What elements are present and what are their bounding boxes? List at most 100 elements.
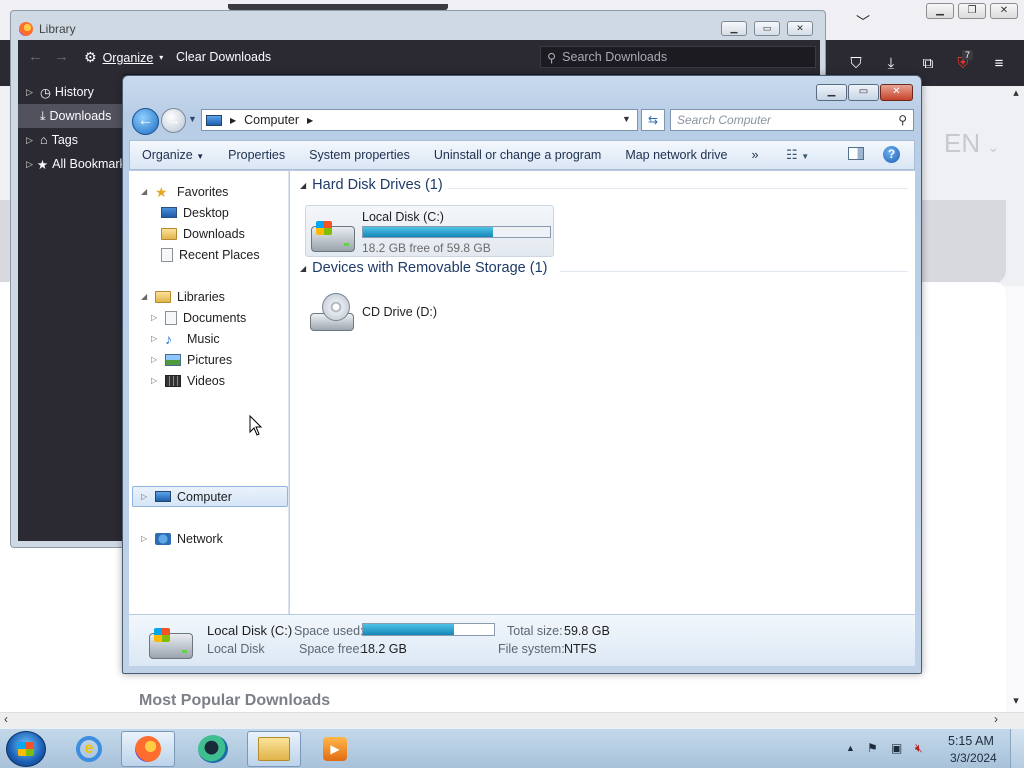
sidebar-item-all-bookmarks[interactable]: ▷ ★ All Bookmarks (18, 152, 124, 176)
scroll-right-arrow-icon[interactable]: › (994, 712, 998, 726)
properties-button[interactable]: Properties (216, 148, 297, 162)
expand-arrow-icon[interactable]: ▷ (151, 313, 159, 322)
nav-item-recent-places[interactable]: Recent Places (161, 244, 260, 265)
clear-downloads-button[interactable]: Clear Downloads (176, 50, 271, 64)
scroll-down-arrow-icon[interactable]: ▾ (1008, 694, 1024, 710)
nav-favorites[interactable]: ◢ ★ Favorites (141, 181, 228, 202)
address-dropdown-icon[interactable]: ▼ (622, 114, 631, 124)
restore-button[interactable]: ❐ (958, 3, 986, 19)
search-computer-input[interactable]: Search Computer ⚲ (670, 109, 914, 131)
cd-drive-icon[interactable] (310, 293, 356, 337)
preview-pane-button[interactable] (848, 147, 864, 160)
collapse-arrow-icon[interactable]: ◢ (300, 264, 306, 273)
scroll-left-arrow-icon[interactable]: ‹ (4, 712, 8, 726)
taskbar-explorer[interactable] (247, 731, 301, 767)
nav-item-pictures[interactable]: ▷ Pictures (151, 349, 232, 370)
expand-arrow-icon[interactable]: ▷ (26, 159, 33, 170)
pocket-icon[interactable]: ⛉ (846, 54, 866, 74)
sidebar-item-label: Downloads (49, 109, 112, 123)
more-commands-button[interactable]: » (739, 148, 770, 162)
library-toolbar: ← → ⚙ Organize ▾ Clear Downloads ⚲ Searc… (18, 40, 820, 74)
close-button[interactable]: ✕ (990, 3, 1018, 19)
horizontal-scrollbar[interactable]: ‹ › (0, 712, 1024, 728)
breadcrumb-arrow-icon[interactable]: ▶ (307, 116, 313, 125)
taskbar-media-player[interactable]: ▶ (308, 731, 362, 767)
breadcrumb-computer[interactable]: Computer (244, 113, 299, 127)
section-heading: Most Popular Downloads (139, 692, 331, 709)
forward-arrow-icon[interactable]: → (54, 48, 69, 65)
dropdown-arrow-icon: ▼ (196, 152, 205, 161)
expand-arrow-icon[interactable]: ▷ (141, 534, 149, 543)
drive-c-tile[interactable]: Local Disk (C:) 18.2 GB free of 59.8 GB (305, 205, 554, 257)
breadcrumb-arrow-icon[interactable]: ▶ (230, 116, 236, 125)
explorer-close-button[interactable]: ✕ (880, 84, 913, 101)
nav-item-videos[interactable]: ▷ Videos (151, 370, 225, 391)
library-maximize-button[interactable]: ▭ (754, 21, 780, 36)
change-view-button[interactable]: ☷ ▼ (786, 147, 809, 163)
volume-muted-icon[interactable]: 🔇︎ (915, 741, 923, 756)
action-center-flag-icon[interactable]: ⚑ (867, 741, 878, 755)
taskbar-internet-explorer[interactable]: e (62, 731, 116, 767)
address-bar[interactable]: ▶ Computer ▶ (201, 109, 638, 131)
expand-arrow-icon[interactable]: ▷ (151, 334, 159, 343)
taskbar-edge[interactable] (186, 731, 240, 767)
show-hidden-icons-icon[interactable]: ▲ (846, 743, 855, 753)
taskbar-firefox[interactable] (121, 731, 175, 767)
nav-computer[interactable]: ▷ Computer (132, 486, 288, 507)
downloads-folder-icon (161, 227, 177, 240)
collapse-arrow-icon[interactable]: ◢ (141, 187, 149, 196)
expand-arrow-icon[interactable]: ▷ (26, 135, 36, 146)
network-tray-icon[interactable]: ▣ (891, 741, 902, 755)
expand-arrow-icon[interactable]: ▷ (151, 355, 159, 364)
clock-date[interactable]: 3/3/2024 (950, 751, 997, 765)
nav-item-desktop[interactable]: Desktop (161, 202, 229, 223)
menu-icon[interactable]: ≡ (989, 54, 1009, 74)
drive-d-name[interactable]: CD Drive (D:) (362, 305, 437, 319)
group-header-hard-disk[interactable]: ◢ Hard Disk Drives (1) (300, 177, 443, 193)
organize-menu-button[interactable]: ⚙ Organize ▾ (84, 49, 163, 66)
search-downloads-input[interactable]: ⚲ Search Downloads (540, 46, 816, 68)
recent-pages-dropdown-icon[interactable]: ▼ (188, 114, 197, 124)
collapse-arrow-icon[interactable]: ◢ (300, 181, 306, 190)
file-system-value: NTFS (564, 642, 597, 656)
nav-libraries[interactable]: ◢ Libraries (141, 286, 225, 307)
explorer-maximize-button[interactable]: ▭ (848, 84, 879, 101)
library-minimize-button[interactable]: ▁ (721, 21, 747, 36)
expand-arrow-icon[interactable]: ▷ (141, 492, 149, 501)
back-button[interactable]: ← (132, 108, 159, 135)
scroll-up-arrow-icon[interactable]: ▴ (1008, 86, 1024, 102)
help-icon[interactable]: ? (883, 146, 900, 163)
uninstall-program-button[interactable]: Uninstall or change a program (422, 148, 613, 162)
minimize-button[interactable]: ▁ (926, 3, 954, 19)
downloads-icon[interactable]: ⤓ (881, 54, 901, 74)
clock-time[interactable]: 5:15 AM (948, 734, 994, 748)
group-header-removable[interactable]: ◢ Devices with Removable Storage (1) (300, 260, 547, 276)
system-properties-button[interactable]: System properties (297, 148, 422, 162)
start-button[interactable] (6, 731, 46, 767)
organize-button[interactable]: Organize ▼ (130, 148, 216, 162)
sidebar-item-downloads[interactable]: ⤓ Downloads (18, 104, 124, 128)
list-all-tabs-chevron-icon[interactable]: ﹀ (856, 12, 870, 32)
sidebar-item-tags[interactable]: ▷ ⌂ Tags (18, 128, 124, 152)
expand-arrow-icon[interactable]: ▷ (151, 376, 159, 385)
forward-button[interactable]: → (161, 108, 186, 133)
computer-icon (206, 114, 222, 126)
drive-c-usage-fill (363, 227, 494, 237)
explorer-window: ▁ ▭ ✕ ← → ▼ ▶ Computer ▶ ▼ ⇆ Search Comp… (122, 75, 922, 674)
nav-item-music[interactable]: ▷ ♪ Music (151, 328, 220, 349)
nav-network[interactable]: ▷ Network (141, 528, 223, 549)
expand-arrow-icon[interactable]: ▷ (26, 87, 36, 98)
sidebar-item-history[interactable]: ▷ ◷ History (18, 80, 124, 104)
extensions-icon[interactable]: ⧉ (918, 54, 938, 74)
nav-item-documents[interactable]: ▷ Documents (151, 307, 246, 328)
explorer-minimize-button[interactable]: ▁ (816, 84, 847, 101)
nav-item-downloads[interactable]: Downloads (161, 223, 245, 244)
collapse-arrow-icon[interactable]: ◢ (141, 292, 149, 301)
network-icon (155, 532, 171, 545)
library-close-button[interactable]: ✕ (787, 21, 813, 36)
language-selector[interactable]: EN ⌄ (944, 128, 999, 159)
show-desktop-button[interactable] (1010, 729, 1024, 768)
back-arrow-icon[interactable]: ← (28, 48, 43, 65)
map-network-drive-button[interactable]: Map network drive (613, 148, 739, 162)
refresh-button[interactable]: ⇆ (641, 109, 665, 131)
